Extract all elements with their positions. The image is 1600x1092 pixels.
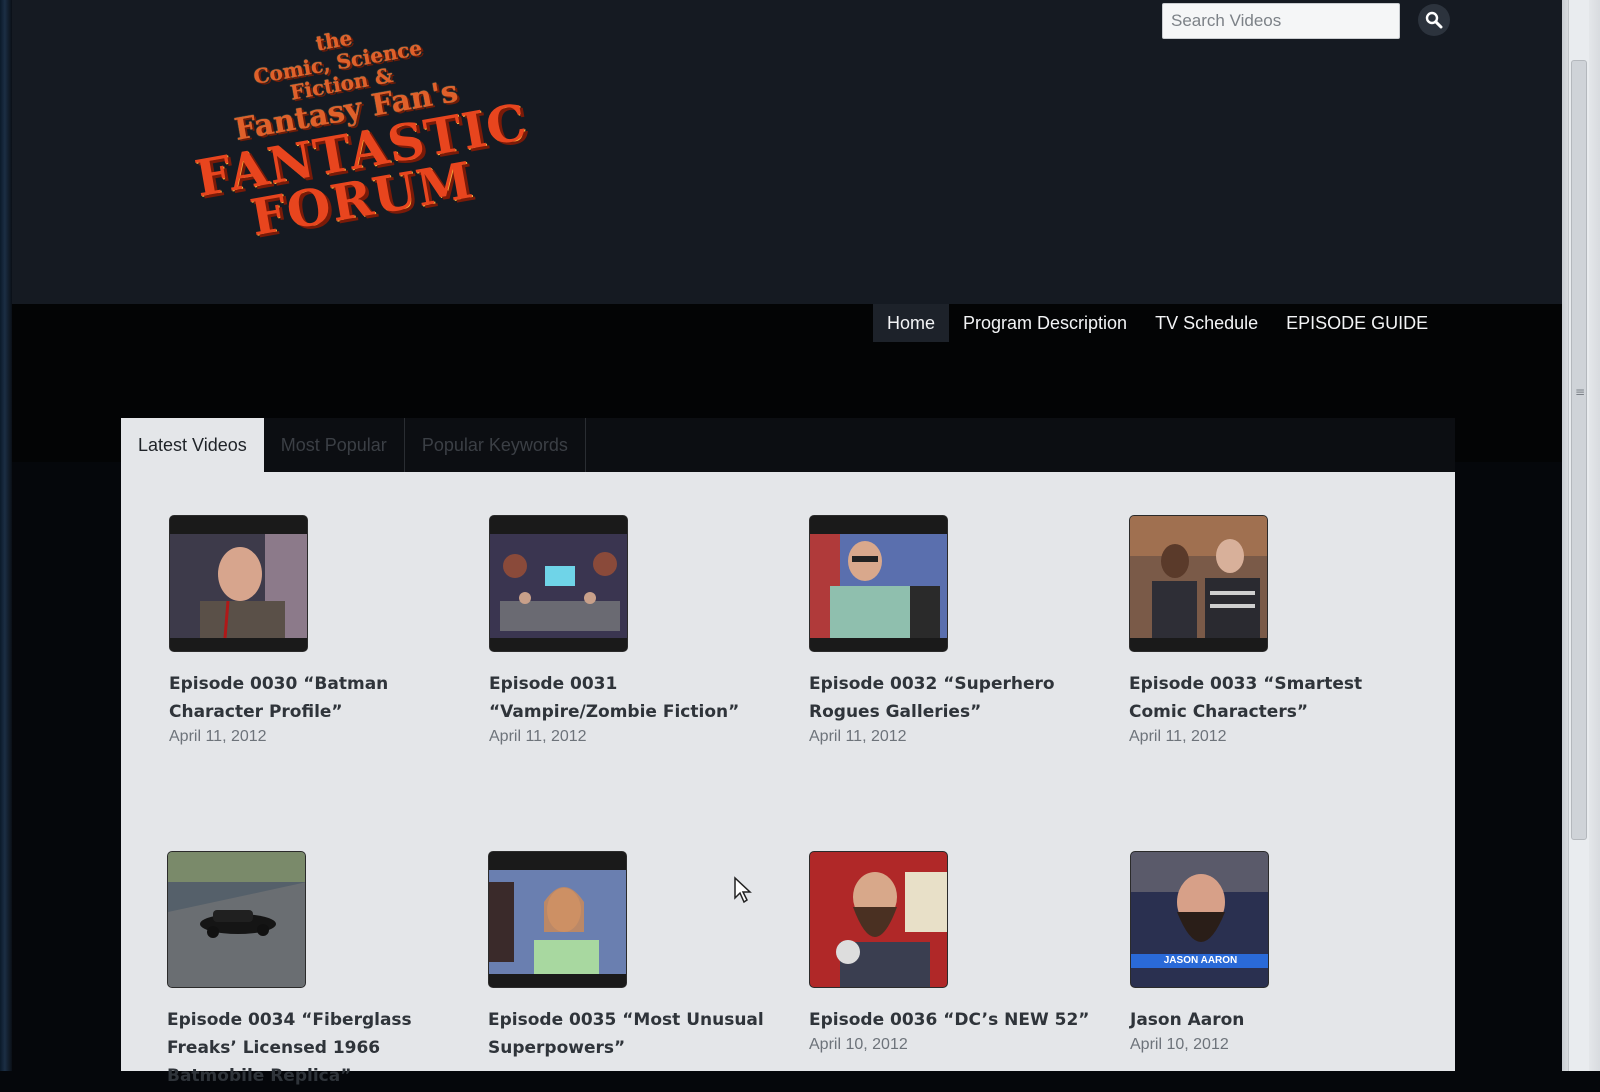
nav-item-episode-guide[interactable]: EPISODE GUIDE	[1272, 304, 1442, 342]
browser-scrollbar[interactable]: ≡	[1562, 0, 1600, 1071]
tab-latest-videos[interactable]: Latest Videos	[121, 418, 264, 472]
nav-item-program-description[interactable]: Program Description	[949, 304, 1141, 342]
video-date: April 11, 2012	[809, 728, 907, 745]
main-nav: Home Program Description TV Schedule EPI…	[873, 304, 1442, 342]
site-logo[interactable]: the Comic, Science Fiction & Fantasy Fan…	[174, 2, 532, 284]
search-input[interactable]: Search Videos	[1162, 3, 1400, 39]
video-title[interactable]: Episode 0034 “Fiberglass Freaks’ License…	[167, 1006, 457, 1090]
search-button[interactable]	[1418, 4, 1450, 36]
video-title[interactable]: Episode 0032 “Superhero Rogues Galleries…	[809, 670, 1099, 726]
video-thumbnail[interactable]	[1129, 515, 1268, 652]
video-card[interactable]: JASON AARON Jason Aaron April 10, 2012	[1130, 851, 1420, 1054]
video-thumbnail[interactable]	[169, 515, 308, 652]
video-thumbnail[interactable]: JASON AARON	[1130, 851, 1269, 988]
video-title[interactable]: Episode 0035 “Most Unusual Superpowers”	[488, 1006, 778, 1062]
video-title[interactable]: Jason Aaron	[1130, 1006, 1420, 1034]
scrollbar-thumb[interactable]	[1571, 60, 1587, 840]
video-date: April 10, 2012	[1130, 1036, 1229, 1053]
scrollbar-grip-icon: ≡	[1575, 385, 1586, 399]
search-icon	[1425, 11, 1443, 29]
nav-item-home[interactable]: Home	[873, 304, 950, 342]
screen-left-edge	[0, 0, 12, 1071]
video-card[interactable]: Episode 0031 “Vampire/Zombie Fiction” Ap…	[489, 515, 779, 746]
video-title[interactable]: Episode 0031 “Vampire/Zombie Fiction”	[489, 670, 779, 726]
site-header: the Comic, Science Fiction & Fantasy Fan…	[12, 0, 1562, 304]
video-card[interactable]: Episode 0034 “Fiberglass Freaks’ License…	[167, 851, 457, 1092]
video-title[interactable]: Episode 0033 “Smartest Comic Characters”	[1129, 670, 1419, 726]
video-card[interactable]: Episode 0033 “Smartest Comic Characters”…	[1129, 515, 1419, 746]
tab-popular-keywords[interactable]: Popular Keywords	[405, 418, 586, 472]
videos-tab-bar: Latest Videos Most Popular Popular Keywo…	[121, 418, 1455, 472]
video-date: April 10, 2012	[809, 1036, 908, 1053]
video-date: April 11, 2012	[169, 728, 267, 745]
thumbnail-caption: JASON AARON	[1163, 955, 1238, 966]
video-date: April 11, 2012	[489, 728, 587, 745]
video-card[interactable]: Episode 0036 “DC’s NEW 52” April 10, 201…	[809, 851, 1099, 1054]
video-thumbnail[interactable]	[489, 515, 628, 652]
video-title[interactable]: Episode 0036 “DC’s NEW 52”	[809, 1006, 1099, 1034]
video-thumbnail[interactable]	[488, 851, 627, 988]
tab-most-popular[interactable]: Most Popular	[264, 418, 405, 472]
video-title[interactable]: Episode 0030 “Batman Character Profile”	[169, 670, 459, 726]
video-thumbnail[interactable]	[167, 851, 306, 988]
video-thumbnail[interactable]	[809, 851, 948, 988]
video-card[interactable]: Episode 0032 “Superhero Rogues Galleries…	[809, 515, 1099, 746]
video-thumbnail[interactable]	[809, 515, 948, 652]
nav-item-tv-schedule[interactable]: TV Schedule	[1141, 304, 1272, 342]
mouse-cursor-icon	[734, 876, 752, 904]
video-date: April 11, 2012	[1129, 728, 1227, 745]
video-card[interactable]: Episode 0030 “Batman Character Profile” …	[169, 515, 459, 746]
